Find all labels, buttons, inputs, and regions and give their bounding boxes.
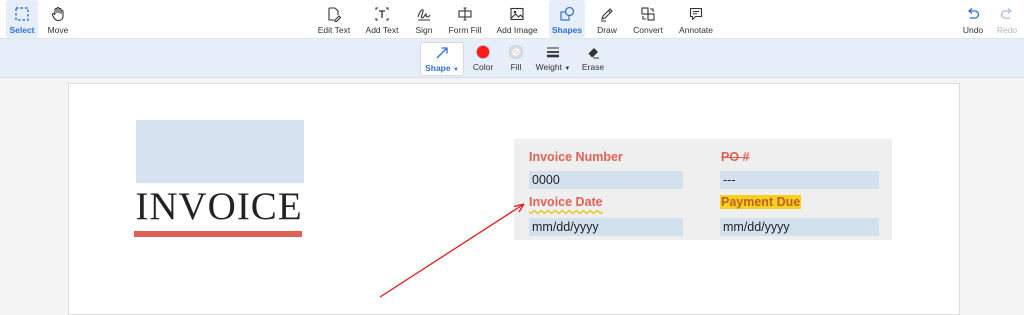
arrow-annotation[interactable] <box>0 0 1024 305</box>
